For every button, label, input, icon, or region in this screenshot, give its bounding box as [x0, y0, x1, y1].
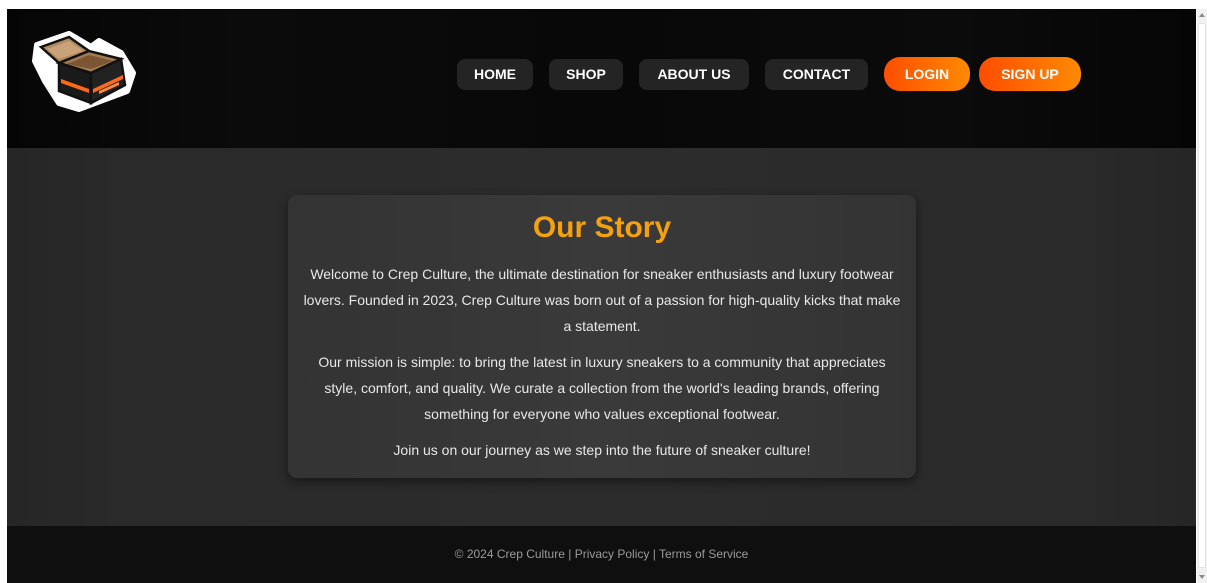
login-button[interactable]: LOGIN [884, 57, 970, 91]
story-paragraph-closing: Join us on our journey as we step into t… [393, 442, 811, 458]
story-paragraph-intro: Welcome to Crep Culture, the ultimate de… [303, 266, 901, 334]
footer-separator: | [568, 547, 572, 561]
nav-home-button[interactable]: HOME [457, 59, 533, 90]
open-sneaker-box-icon [32, 31, 136, 112]
sign-up-button[interactable]: SIGN UP [979, 57, 1081, 91]
privacy-policy-link[interactable]: Privacy Policy [575, 547, 650, 561]
nav-shop-button[interactable]: SHOP [549, 59, 623, 90]
nav-about-us-button[interactable]: ABOUT US [639, 59, 749, 90]
scroll-up-icon[interactable] [1199, 13, 1205, 17]
page: HOME SHOP ABOUT US CONTACT LOGIN SIGN UP… [7, 9, 1196, 583]
site-header: HOME SHOP ABOUT US CONTACT LOGIN SIGN UP [7, 9, 1196, 148]
scroll-down-icon[interactable] [1199, 575, 1205, 579]
story-paragraph-mission: Our mission is simple: to bring the late… [318, 354, 886, 422]
story-title: Our Story [532, 211, 672, 244]
nav-contact-button[interactable]: CONTACT [765, 59, 868, 90]
footer-separator: | [652, 547, 656, 561]
main-content: Our Story Welcome to Crep Culture, the u… [7, 148, 1196, 526]
logo[interactable] [29, 31, 141, 113]
vertical-scrollbar[interactable] [1197, 9, 1207, 583]
scrollbar-thumb[interactable] [1198, 23, 1206, 568]
site-footer: © 2024 Crep Culture | Privacy Policy | T… [7, 526, 1196, 583]
footer-copyright: © 2024 Crep Culture [454, 547, 565, 561]
our-story-card: Our Story Welcome to Crep Culture, the u… [288, 195, 916, 478]
terms-of-service-link[interactable]: Terms of Service [659, 547, 748, 561]
